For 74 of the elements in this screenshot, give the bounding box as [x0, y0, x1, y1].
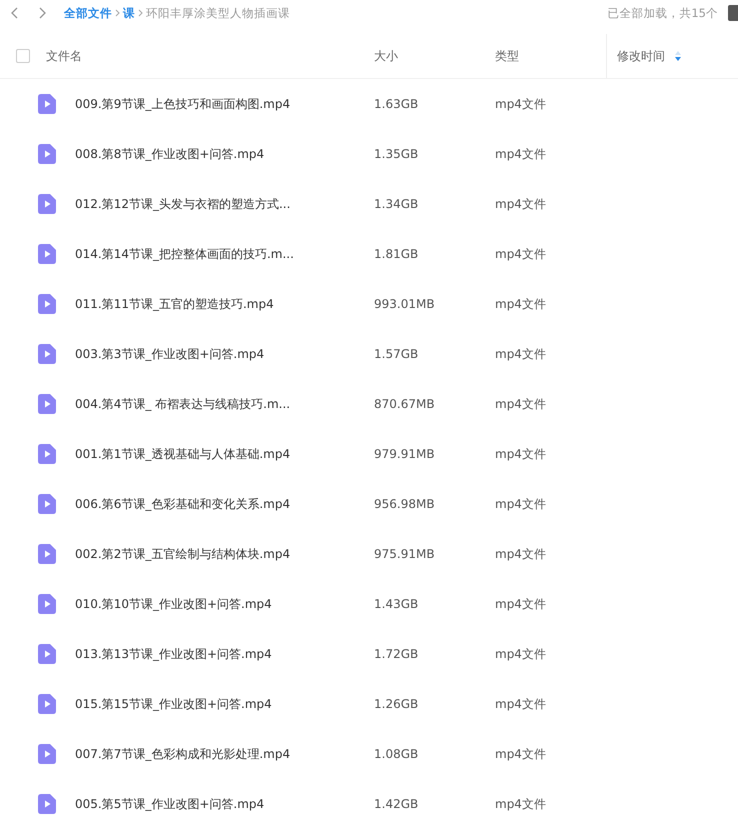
file-type: mp4文件 — [495, 246, 546, 262]
video-file-icon — [38, 194, 56, 214]
checkbox[interactable] — [16, 49, 30, 63]
sort-icon[interactable] — [675, 51, 681, 61]
file-size: 1.26GB — [374, 697, 418, 711]
back-icon[interactable] — [10, 7, 19, 19]
column-header[interactable]: 修改时间 — [617, 48, 665, 64]
video-file-icon — [38, 794, 56, 814]
file-size: 993.01MB — [374, 297, 435, 311]
file-type: mp4文件 — [495, 696, 546, 712]
video-file-icon — [38, 694, 56, 714]
file-type: mp4文件 — [495, 746, 546, 762]
file-size: 1.63GB — [374, 97, 418, 111]
file-name[interactable]: 014.第14节课_把控整体画面的技巧.m... — [75, 246, 294, 262]
file-type: mp4文件 — [495, 646, 546, 662]
breadcrumb-item: 环阳丰厚涂美型人物插画课 — [146, 6, 290, 20]
file-type: mp4文件 — [495, 496, 546, 512]
file-type: mp4文件 — [495, 346, 546, 362]
file-type: mp4文件 — [495, 96, 546, 112]
file-size: 1.43GB — [374, 597, 418, 611]
file-type: mp4文件 — [495, 296, 546, 312]
video-file-icon — [38, 444, 56, 464]
video-file-icon — [38, 644, 56, 664]
file-name[interactable]: 010.第10节课_作业改图+问答.mp4 — [75, 596, 272, 612]
chevron-icon — [115, 9, 120, 17]
file-size: 870.67MB — [374, 397, 435, 411]
file-size: 956.98MB — [374, 497, 435, 511]
video-file-icon — [38, 494, 56, 514]
column-header[interactable]: 文件名 — [46, 48, 82, 64]
file-name[interactable]: 007.第7节课_色彩构成和光影处理.mp4 — [75, 746, 290, 762]
video-file-icon — [38, 144, 56, 164]
file-size: 1.72GB — [374, 647, 418, 661]
video-file-icon — [38, 744, 56, 764]
file-size: 1.35GB — [374, 147, 418, 161]
file-name[interactable]: 008.第8节课_作业改图+问答.mp4 — [75, 146, 264, 162]
file-type: mp4文件 — [495, 446, 546, 462]
video-file-icon — [38, 394, 56, 414]
file-size: 1.81GB — [374, 247, 418, 261]
file-size: 1.34GB — [374, 197, 418, 211]
file-name[interactable]: 011.第11节课_五官的塑造技巧.mp4 — [75, 296, 274, 312]
file-size: 1.42GB — [374, 797, 418, 811]
file-name[interactable]: 005.第5节课_作业改图+问答.mp4 — [75, 796, 264, 812]
breadcrumb-item[interactable]: 课 — [123, 6, 135, 20]
column-header[interactable]: 大小 — [374, 48, 398, 64]
file-size: 1.08GB — [374, 747, 418, 761]
video-file-icon — [38, 294, 56, 314]
file-type: mp4文件 — [495, 196, 546, 212]
video-file-icon — [38, 594, 56, 614]
file-name[interactable]: 006.第6节课_色彩基础和变化关系.mp4 — [75, 496, 290, 512]
file-name[interactable]: 001.第1节课_透视基础与人体基础.mp4 — [75, 446, 290, 462]
video-file-icon — [38, 344, 56, 364]
file-size: 1.57GB — [374, 347, 418, 361]
file-name[interactable]: 002.第2节课_五官绘制与结构体块.mp4 — [75, 546, 290, 562]
file-name[interactable]: 004.第4节课_ 布褶表达与线稿技巧.m... — [75, 396, 290, 412]
file-name[interactable]: 013.第13节课_作业改图+问答.mp4 — [75, 646, 272, 662]
file-type: mp4文件 — [495, 546, 546, 562]
chevron-icon — [138, 9, 143, 17]
file-name[interactable]: 012.第12节课_头发与衣褶的塑造方式... — [75, 196, 290, 212]
file-size: 975.91MB — [374, 547, 435, 561]
video-file-icon — [38, 94, 56, 114]
file-type: mp4文件 — [495, 396, 546, 412]
file-size: 979.91MB — [374, 447, 435, 461]
file-type: mp4文件 — [495, 146, 546, 162]
file-name[interactable]: 009.第9节课_上色技巧和画面构图.mp4 — [75, 96, 290, 112]
file-type: mp4文件 — [495, 796, 546, 812]
forward-icon[interactable] — [38, 7, 47, 19]
video-file-icon — [38, 544, 56, 564]
file-name[interactable]: 003.第3节课_作业改图+问答.mp4 — [75, 346, 264, 362]
file-type: mp4文件 — [495, 596, 546, 612]
video-file-icon — [38, 244, 56, 264]
file-name[interactable]: 015.第15节课_作业改图+问答.mp4 — [75, 696, 272, 712]
load-status: 已全部加载，共15个 — [607, 6, 718, 20]
breadcrumb-item[interactable]: 全部文件 — [64, 6, 112, 20]
column-header[interactable]: 类型 — [495, 48, 519, 64]
